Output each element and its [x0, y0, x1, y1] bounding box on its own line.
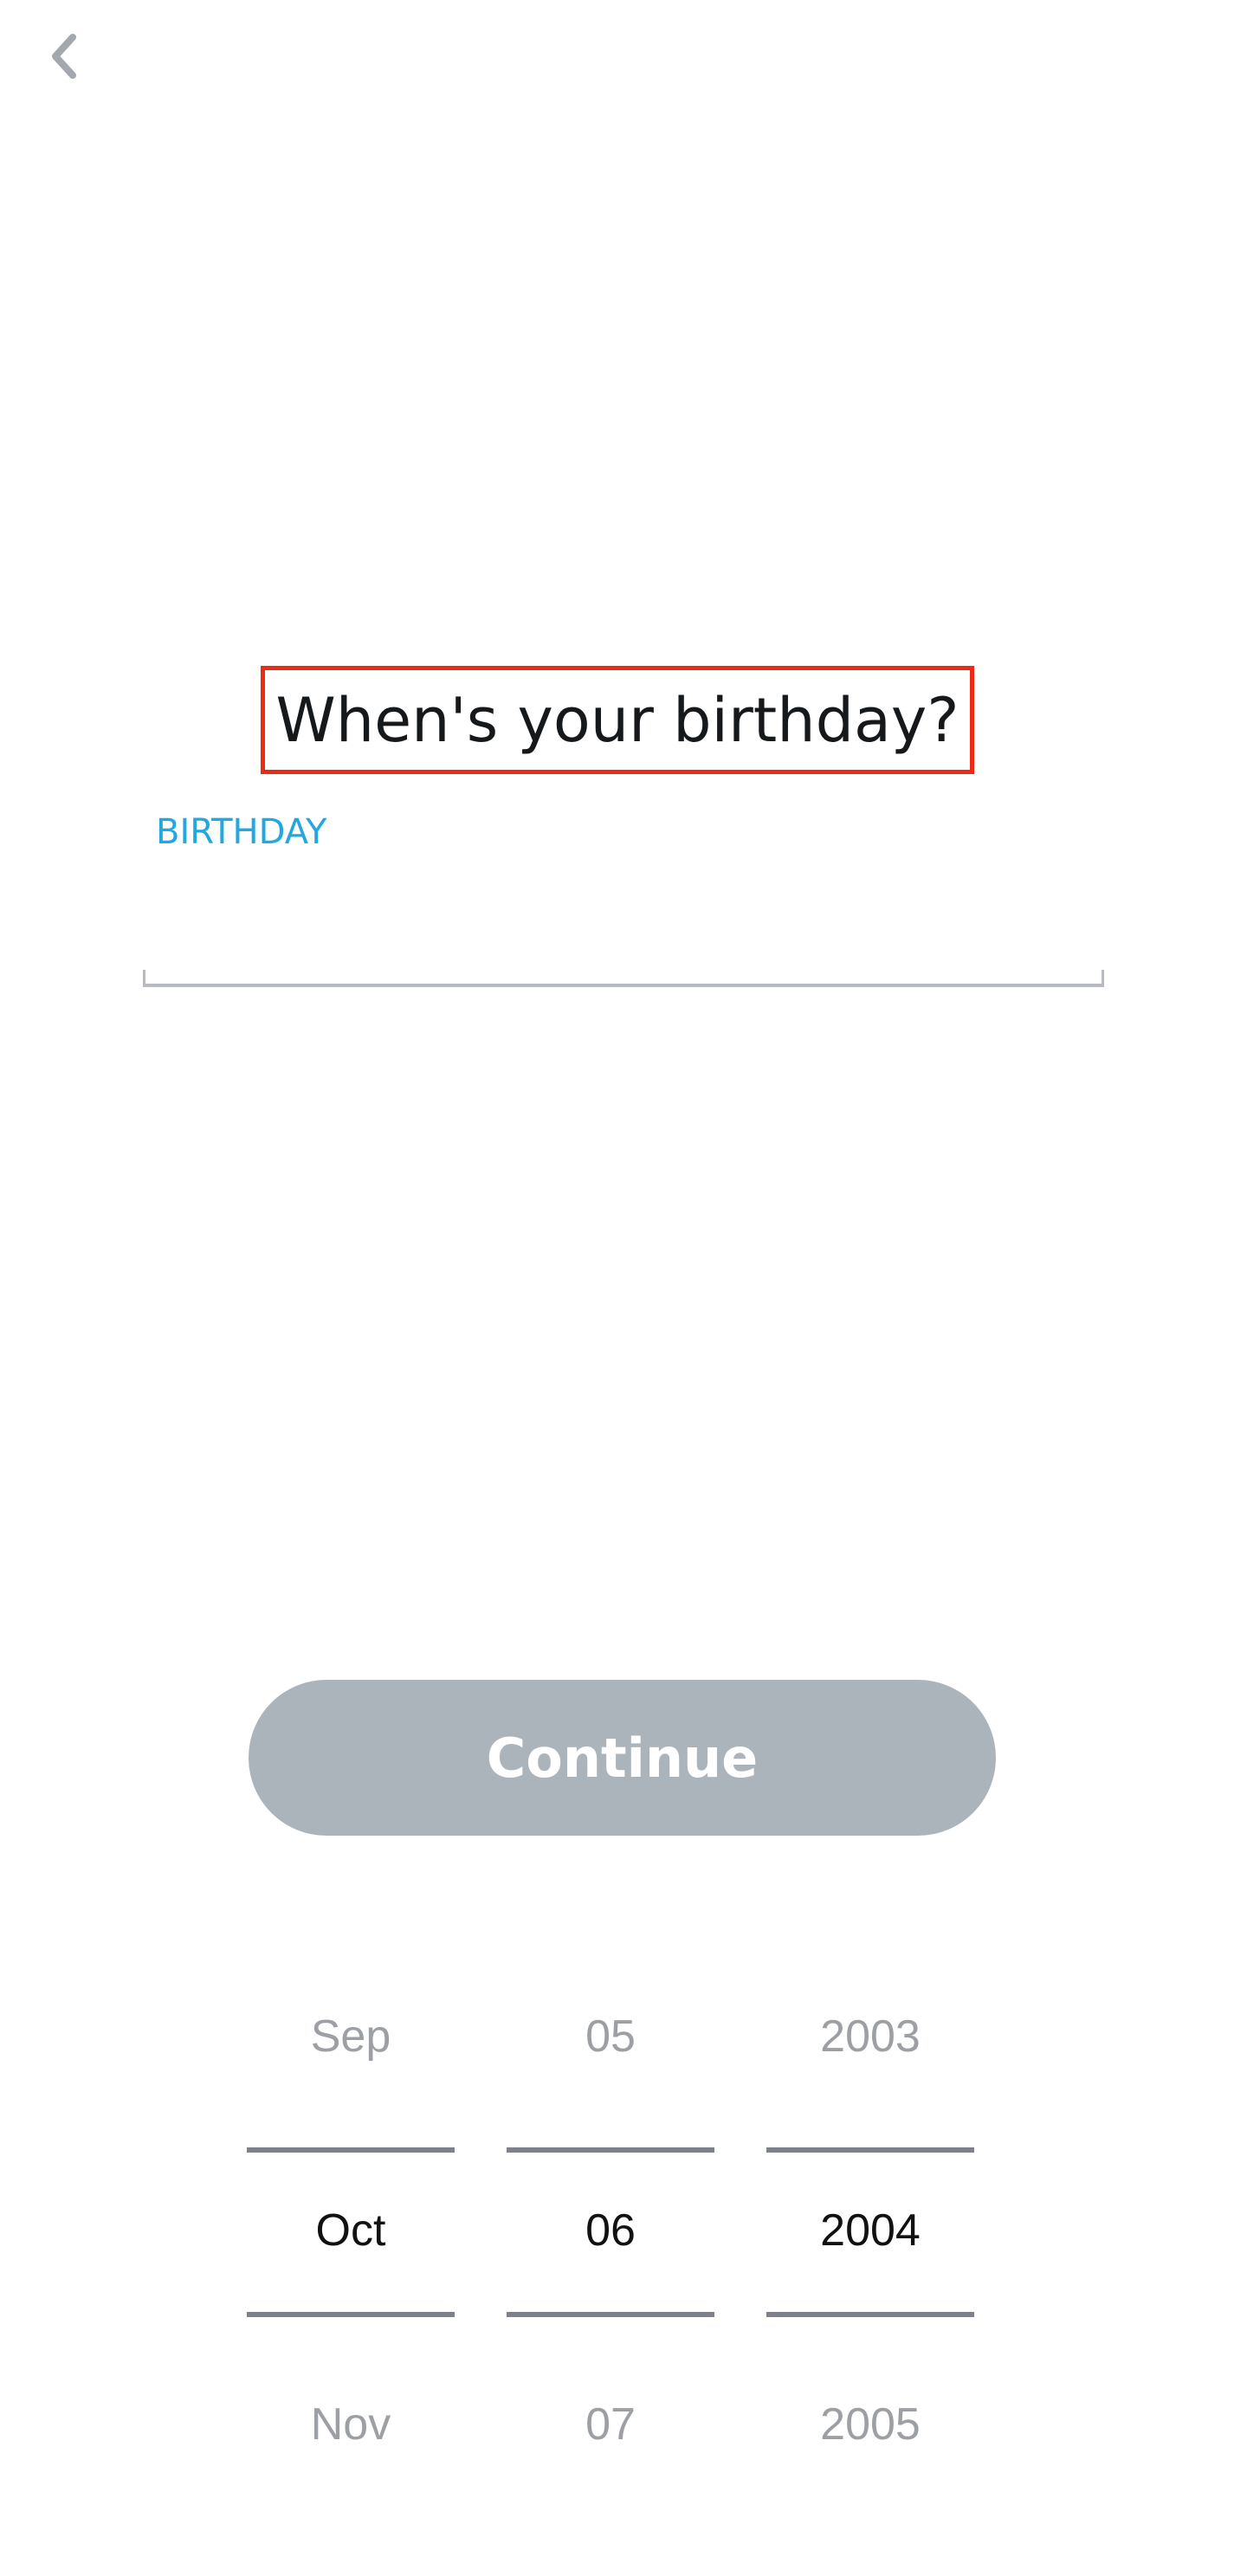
picker-divider: [507, 2312, 714, 2317]
day-option-next[interactable]: 07: [507, 2398, 714, 2450]
year-option-next[interactable]: 2005: [766, 2398, 974, 2450]
year-picker[interactable]: 2003 2004 2005: [766, 1974, 974, 2459]
day-picker[interactable]: 05 06 07: [507, 1974, 714, 2459]
picker-divider: [766, 2312, 974, 2317]
year-option-prev[interactable]: 2003: [766, 2011, 974, 2063]
picker-divider: [247, 2147, 455, 2153]
back-button[interactable]: [35, 26, 95, 87]
continue-button-label: Continue: [486, 1726, 759, 1790]
month-option-next[interactable]: Nov: [247, 2398, 455, 2450]
birthday-field[interactable]: [143, 970, 1104, 987]
day-option-selected[interactable]: 06: [507, 2205, 714, 2256]
day-option-prev[interactable]: 05: [507, 2011, 714, 2063]
picker-divider: [507, 2147, 714, 2153]
month-option-prev[interactable]: Sep: [247, 2011, 455, 2063]
month-option-selected[interactable]: Oct: [247, 2205, 455, 2256]
year-option-selected[interactable]: 2004: [766, 2205, 974, 2256]
picker-divider: [766, 2147, 974, 2153]
continue-button[interactable]: Continue: [249, 1680, 996, 1836]
month-picker[interactable]: Sep Oct Nov: [247, 1974, 455, 2459]
birthday-field-label: BIRTHDAY: [156, 812, 327, 852]
chevron-left-icon: [43, 30, 87, 82]
page-title-highlight: When's your birthday?: [261, 666, 974, 774]
picker-divider: [247, 2312, 455, 2317]
page-title: When's your birthday?: [275, 684, 959, 756]
